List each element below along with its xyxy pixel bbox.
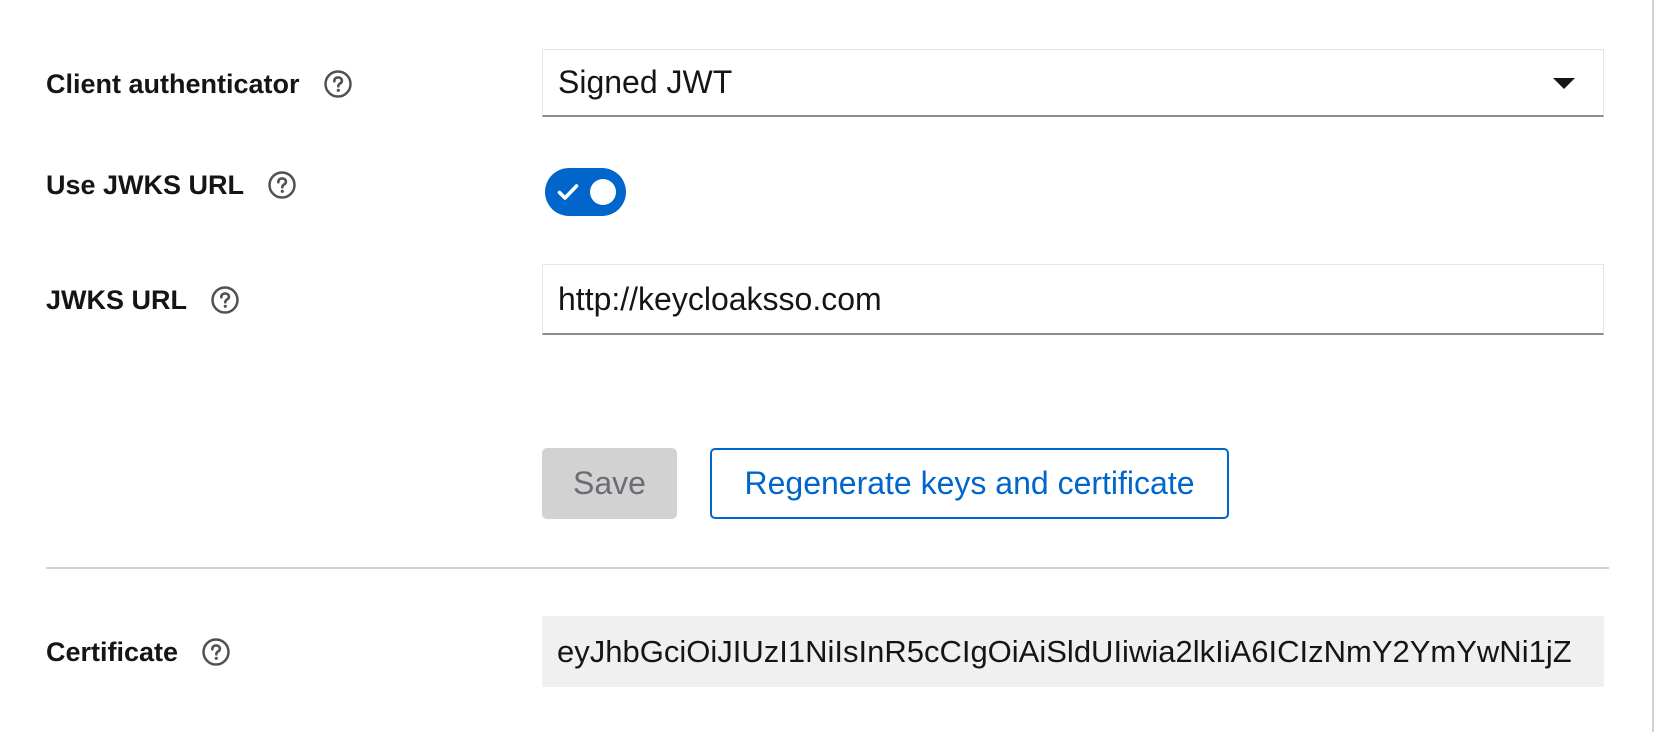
client-authenticator-label-row: Client authenticator	[46, 64, 352, 104]
save-button[interactable]: Save	[542, 448, 677, 519]
use-jwks-url-label: Use JWKS URL	[46, 169, 245, 200]
certificate-field[interactable]: eyJhbGciOiJIUzI1NiIsInR5cCIgOiAiSldUIiwi…	[542, 616, 1604, 687]
client-authenticator-label: Client authenticator	[46, 68, 300, 99]
credentials-form: Client authenticator Signed JWT Use JWKS…	[0, 0, 1658, 732]
use-jwks-url-toggle[interactable]	[545, 168, 626, 216]
client-authenticator-selected-value: Signed JWT	[558, 64, 733, 100]
regenerate-keys-button[interactable]: Regenerate keys and certificate	[710, 448, 1229, 519]
toggle-knob	[590, 179, 616, 205]
help-circle-icon[interactable]	[323, 70, 352, 98]
jwks-url-value: http://keycloaksso.com	[558, 280, 882, 317]
certificate-label: Certificate	[46, 636, 179, 667]
client-authenticator-select[interactable]: Signed JWT	[542, 49, 1604, 117]
help-circle-icon[interactable]	[211, 286, 239, 314]
scroll-edge	[1652, 0, 1654, 732]
jwks-url-label: JWKS URL	[46, 284, 187, 315]
jwks-url-label-row: JWKS URL	[46, 280, 239, 320]
help-circle-icon[interactable]	[202, 638, 230, 666]
section-divider	[46, 567, 1609, 569]
use-jwks-url-label-row: Use JWKS URL	[46, 165, 296, 205]
jwks-url-input[interactable]: http://keycloaksso.com	[542, 264, 1604, 335]
checkmark-icon	[557, 182, 579, 207]
caret-down-icon	[1553, 78, 1575, 89]
certificate-label-row: Certificate	[46, 632, 230, 672]
certificate-value: eyJhbGciOiJIUzI1NiIsInR5cCIgOiAiSldUIiwi…	[557, 633, 1572, 669]
help-circle-icon[interactable]	[268, 171, 296, 199]
